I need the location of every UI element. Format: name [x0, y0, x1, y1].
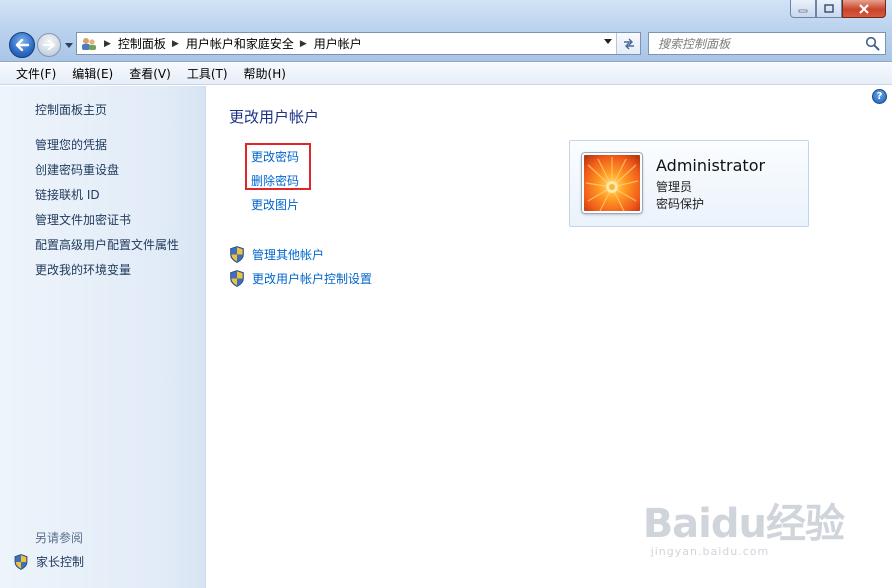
menu-bar: 文件(F) 编辑(E) 查看(V) 工具(T) 帮助(H) [0, 63, 892, 85]
account-card: Administrator 管理员 密码保护 [569, 140, 809, 227]
baidu-watermark: Baidu经验 jingyan.baidu.com [642, 491, 845, 558]
breadcrumb-separator-icon[interactable]: ▶ [172, 39, 179, 49]
account-name: Administrator [656, 156, 766, 175]
back-arrow-icon [15, 39, 29, 51]
maximize-button[interactable] [816, 0, 842, 18]
menu-view[interactable]: 查看(V) [121, 63, 179, 85]
breadcrumb-control-panel[interactable]: 控制面板 [118, 35, 166, 52]
menu-edit[interactable]: 编辑(E) [64, 63, 121, 85]
minimize-icon [798, 9, 808, 12]
forward-arrow-icon [43, 40, 55, 50]
flower-picture-icon [584, 155, 640, 211]
refresh-button[interactable] [616, 33, 640, 54]
breadcrumb-user-accounts-family[interactable]: 用户帐户和家庭安全 [186, 35, 294, 52]
parental-controls-link[interactable]: 家长控制 [14, 553, 84, 570]
breadcrumb-separator-icon[interactable]: ▶ [300, 39, 307, 49]
close-icon [859, 3, 869, 14]
close-button[interactable] [842, 0, 886, 18]
left-task-pane: 控制面板主页 管理您的凭据 创建密码重设盘 链接联机 ID 管理文件加密证书 配… [0, 86, 206, 588]
search-box[interactable] [648, 32, 886, 55]
manage-other-accounts-label[interactable]: 管理其他帐户 [252, 246, 324, 263]
change-password-link[interactable]: 更改密码 [251, 148, 299, 165]
search-input[interactable] [649, 33, 854, 54]
control-panel-home-link[interactable]: 控制面板主页 [35, 101, 107, 118]
uac-shield-icon [230, 270, 244, 287]
main-content: ? 更改用户帐户 更改密码 删除密码 更改图片 管理其他帐户 更改用户帐户控制设… [207, 86, 892, 588]
link-online-id-link[interactable]: 链接联机 ID [35, 186, 100, 203]
help-icon: ? [876, 91, 883, 102]
refresh-icon [623, 38, 634, 49]
manage-encryption-certs-link[interactable]: 管理文件加密证书 [35, 211, 131, 228]
recent-pages-button[interactable] [64, 40, 74, 50]
advanced-profile-properties-link[interactable]: 配置高级用户配置文件属性 [35, 236, 179, 253]
uac-shield-icon [14, 553, 28, 570]
account-type: 管理员 [656, 180, 693, 194]
address-bar[interactable]: ▶ 控制面板 ▶ 用户帐户和家庭安全 ▶ 用户帐户 [76, 32, 641, 55]
menu-file[interactable]: 文件(F) [8, 63, 64, 85]
uac-settings-label[interactable]: 更改用户帐户控制设置 [252, 270, 372, 287]
account-picture[interactable] [582, 153, 642, 213]
help-button[interactable]: ? [872, 89, 887, 104]
window-controls [790, 0, 886, 18]
breadcrumb-separator-icon: ▶ [104, 38, 111, 49]
minimize-button[interactable] [790, 0, 816, 18]
see-also-label: 另请参阅 [35, 531, 84, 545]
create-reset-disk-link[interactable]: 创建密码重设盘 [35, 161, 119, 178]
title-bar: ▶ 控制面板 ▶ 用户帐户和家庭安全 ▶ 用户帐户 [0, 0, 892, 62]
page-title: 更改用户帐户 [229, 108, 320, 126]
uac-settings-link[interactable]: 更改用户帐户控制设置 [229, 270, 372, 287]
change-environment-variables-link[interactable]: 更改我的环境变量 [35, 261, 131, 278]
watermark-logo: Baidu经验 [642, 501, 845, 547]
address-dropdown-icon[interactable] [604, 39, 612, 44]
remove-password-link[interactable]: 删除密码 [251, 172, 299, 189]
password-status: 密码保护 [656, 197, 705, 211]
parental-controls-label[interactable]: 家长控制 [36, 553, 84, 570]
control-panel-users-icon [82, 37, 96, 50]
breadcrumb-user-accounts[interactable]: 用户帐户 [314, 35, 362, 52]
menu-help[interactable]: 帮助(H) [236, 63, 294, 85]
manage-credentials-link[interactable]: 管理您的凭据 [35, 136, 107, 153]
change-picture-link[interactable]: 更改图片 [251, 196, 299, 213]
uac-shield-icon [230, 246, 244, 263]
maximize-icon [824, 4, 834, 13]
forward-button[interactable] [37, 33, 61, 57]
chevron-down-icon [65, 42, 73, 48]
menu-tools[interactable]: 工具(T) [179, 63, 236, 85]
manage-other-accounts-link[interactable]: 管理其他帐户 [229, 246, 324, 263]
search-icon[interactable] [865, 36, 880, 51]
back-button[interactable] [9, 32, 35, 58]
